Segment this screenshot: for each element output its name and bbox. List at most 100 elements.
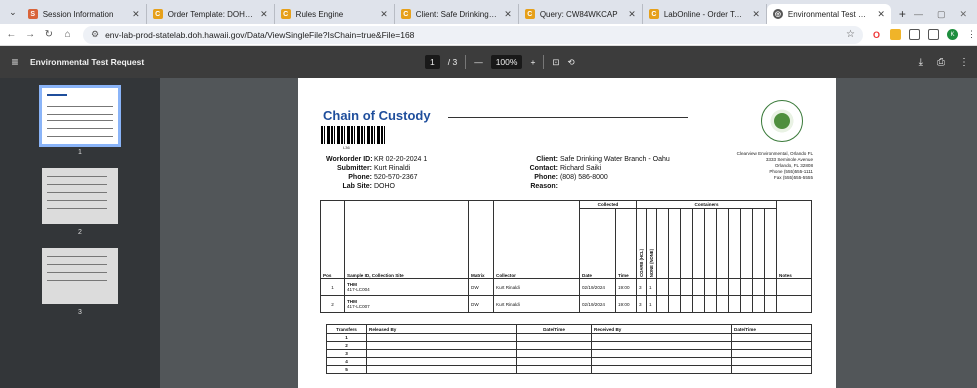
- extension-o-icon[interactable]: O: [871, 29, 882, 40]
- table-row: 2 THM 417-LC007 DW Kurt Rinaldi 02/19/202…: [320, 295, 812, 313]
- tab-favicon-icon: C: [524, 9, 535, 19]
- tab-favicon-icon: C: [400, 9, 411, 19]
- submitter-row: Submitter: Kurt Rinaldi: [337, 165, 411, 172]
- home-icon[interactable]: ⌂: [60, 29, 75, 40]
- lab-address: Clearview Environmental, Orlando FL 3333…: [736, 151, 813, 180]
- site-info-icon[interactable]: ⚙: [91, 29, 99, 40]
- zoom-in-icon[interactable]: +: [530, 57, 535, 67]
- forward-icon[interactable]: →: [23, 29, 38, 40]
- sidepanel-icon[interactable]: [928, 29, 939, 40]
- zoom-level[interactable]: 100%: [490, 55, 523, 69]
- profile-avatar[interactable]: K: [947, 29, 958, 40]
- extension-folder-icon[interactable]: [890, 29, 901, 40]
- browser-tab[interactable]: C Order Template: DOH_ENV_DE/ ✕: [147, 4, 275, 24]
- thumbnail-label: 1: [78, 149, 82, 156]
- close-icon[interactable]: ✕: [260, 9, 268, 20]
- reload-icon[interactable]: ↻: [42, 29, 57, 40]
- table-row: 1 THM 417-LC004 DW Kurt Rinaldi 02/19/202…: [320, 278, 812, 296]
- col-date: Date: [579, 208, 616, 279]
- thumbnail-page-2[interactable]: [42, 168, 118, 224]
- tab-favicon-icon: C: [648, 9, 659, 19]
- col-none: NONE (NONE): [649, 248, 654, 277]
- col-datetime: Date/Time: [516, 324, 592, 334]
- col-group-containers: Containers: [636, 200, 777, 209]
- reason-row: Reason:: [530, 183, 558, 190]
- browser-tab[interactable]: C Rules Engine ✕: [275, 4, 395, 24]
- browser-tab-active[interactable]: ◎ Environmental Test Request ✕: [766, 4, 891, 24]
- thumbnail-label: 2: [78, 229, 82, 236]
- close-icon[interactable]: ✕: [752, 9, 760, 20]
- minimize-icon[interactable]: —: [914, 9, 923, 19]
- more-icon[interactable]: ⋮: [959, 57, 969, 68]
- transfer-table: Transfers Released By Date/Time Received…: [326, 324, 812, 374]
- col-sample-id: Sample ID, Collection Site: [344, 200, 469, 279]
- tab-title: Session Information: [42, 9, 114, 19]
- close-icon[interactable]: ✕: [380, 9, 388, 20]
- client-row: Client: Safe Drinking Water Branch - Oah…: [536, 156, 670, 163]
- thumbnail-page-3[interactable]: [42, 248, 118, 304]
- page-total: / 3: [447, 57, 458, 67]
- tab-title: Order Template: DOH_ENV_DE/: [167, 9, 255, 19]
- col-pos: Pos: [320, 200, 345, 279]
- browser-tab[interactable]: S Session Information ✕: [22, 4, 147, 24]
- pdf-toolbar: ≡ Environmental Test Request 1 / 3 — 100…: [0, 46, 977, 78]
- fit-page-icon[interactable]: ⊡: [552, 57, 559, 68]
- address-bar-row: ← → ↻ ⌂ ⚙ env-lab-prod-statelab.doh.hawa…: [0, 24, 977, 46]
- col-coarb: COARB (HCL): [639, 249, 644, 277]
- col-transfers: Transfers: [326, 324, 367, 334]
- state-seal-logo: [761, 100, 803, 142]
- bookmark-star-icon[interactable]: ☆: [846, 29, 855, 40]
- tab-strip: ⌄ S Session Information ✕ C Order Templa…: [0, 0, 977, 24]
- url-bar[interactable]: ⚙ env-lab-prod-statelab.doh.hawaii.gov/D…: [83, 25, 863, 44]
- page-number-input[interactable]: 1: [425, 55, 440, 69]
- col-received-by: Received By: [591, 324, 732, 334]
- document-title: Chain of Custody: [323, 108, 431, 123]
- url-text: env-lab-prod-statelab.doh.hawaii.gov/Dat…: [105, 29, 415, 40]
- close-icon[interactable]: ✕: [132, 9, 140, 20]
- barcode-image: [321, 126, 385, 144]
- close-icon[interactable]: ✕: [504, 9, 512, 20]
- restore-icon[interactable]: ▢: [937, 9, 946, 20]
- browser-tab[interactable]: C Query: CW84WKCAP ✕: [519, 4, 643, 24]
- extensions: O K ⋮: [871, 29, 977, 40]
- sample-table: Pos Sample ID, Collection Site Matrix Co…: [320, 200, 812, 313]
- zoom-out-icon[interactable]: —: [474, 57, 483, 67]
- divider: [543, 55, 545, 69]
- thumbnail-pane: 1 2 3: [0, 78, 160, 388]
- back-icon[interactable]: ←: [4, 29, 19, 40]
- thumbnail-page-1[interactable]: [39, 85, 121, 147]
- close-icon[interactable]: ✕: [628, 9, 636, 20]
- tab-search-icon[interactable]: ⌄: [4, 2, 22, 22]
- col-datetime: Date/Time: [731, 324, 812, 334]
- tab-title: Client: Safe Drinking Water Bra: [415, 9, 499, 19]
- thumbnail-label: 3: [78, 309, 82, 316]
- rotate-icon[interactable]: ⟲: [568, 57, 575, 68]
- table-row: 2: [326, 341, 812, 350]
- divider: [465, 55, 467, 69]
- pdf-actions: ⤓ ⎙ ⋮: [919, 57, 969, 68]
- pdf-viewer: 1 2 3 Chain of Custody L36 Workorder ID:…: [0, 78, 977, 388]
- table-row: 5: [326, 365, 812, 374]
- page-controls: 1 / 3 — 100% + ⊡ ⟲: [425, 55, 575, 69]
- contact-row: Contact: Richard Saiki: [529, 165, 602, 172]
- menu-icon[interactable]: ≡: [0, 55, 30, 69]
- close-icon[interactable]: ✕: [877, 9, 885, 20]
- table-row: 4: [326, 357, 812, 366]
- tab-title: Query: CW84WKCAP: [539, 9, 618, 19]
- workorder-row: Workorder ID: KR 02-20-2024 1: [326, 156, 428, 163]
- title-rule: [448, 117, 688, 118]
- browser-tab[interactable]: C LabOnline - Order Tests ✕: [643, 4, 767, 24]
- menu-dots-icon[interactable]: ⋮: [966, 29, 977, 40]
- globe-icon: ◎: [772, 9, 783, 19]
- browser-tab[interactable]: C Client: Safe Drinking Water Bra ✕: [395, 4, 519, 24]
- labsite-row: Lab Site: DOHO: [342, 183, 395, 190]
- new-tab-button[interactable]: +: [891, 4, 914, 24]
- print-icon[interactable]: ⎙: [937, 57, 945, 68]
- col-collector: Collector: [493, 200, 580, 279]
- download-icon[interactable]: ⤓: [919, 57, 923, 68]
- table-row: 3: [326, 349, 812, 358]
- extensions-puzzle-icon[interactable]: [909, 29, 920, 40]
- close-window-icon[interactable]: ✕: [959, 9, 967, 20]
- window-controls: — ▢ ✕: [914, 4, 977, 24]
- tab-favicon-icon: C: [152, 9, 163, 19]
